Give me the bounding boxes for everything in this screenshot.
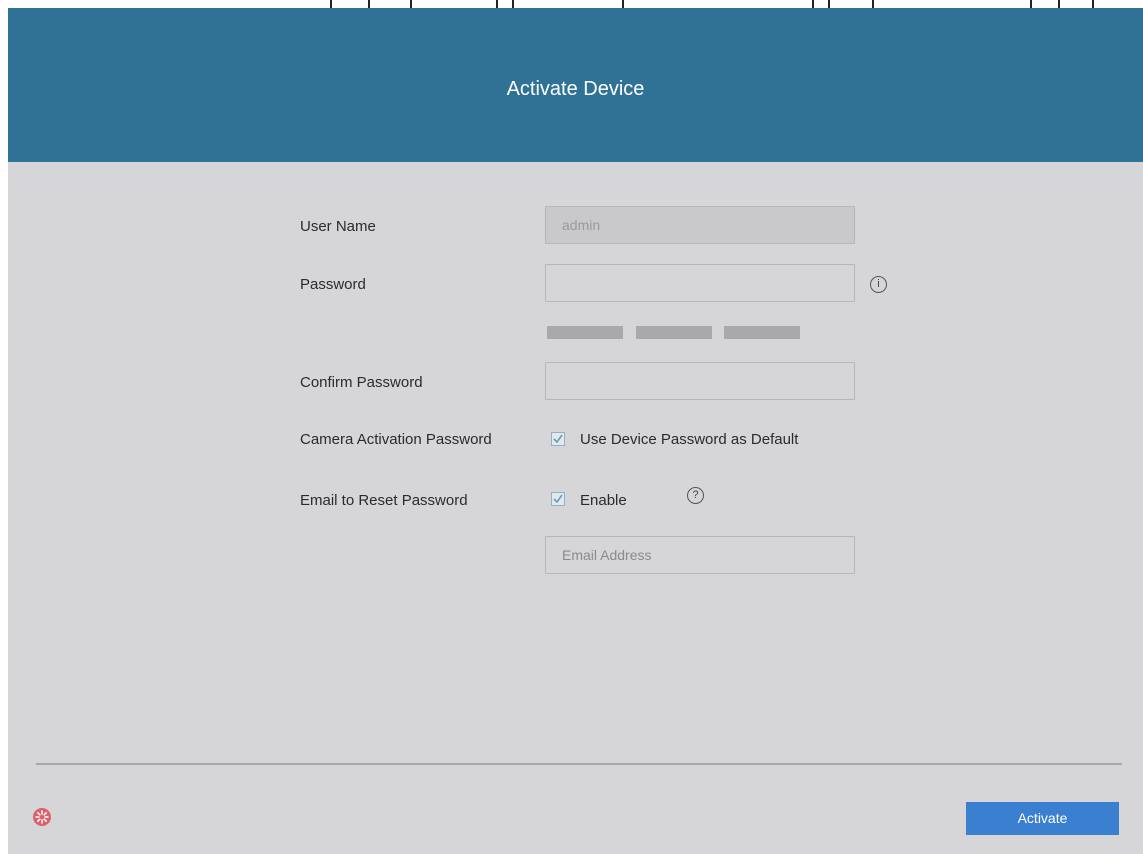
confirm-password-label: Confirm Password: [300, 374, 423, 391]
background-strip: [0, 0, 1143, 8]
email-enable-option-label: Enable: [580, 492, 627, 509]
camera-default-option-label: Use Device Password as Default: [580, 431, 799, 448]
password-strength-bar-1: [547, 326, 623, 339]
gear-icon: [33, 808, 51, 826]
username-label: User Name: [300, 218, 376, 235]
password-label: Password: [300, 276, 366, 293]
confirm-password-field[interactable]: [545, 362, 855, 400]
camera-activation-label: Camera Activation Password: [300, 431, 492, 448]
checkmark-icon: [553, 434, 563, 444]
dialog-header: Activate Device: [8, 8, 1143, 162]
info-icon[interactable]: i: [870, 276, 887, 293]
checkmark-icon: [553, 494, 563, 504]
password-field[interactable]: [545, 264, 855, 302]
password-strength-bar-3: [724, 326, 800, 339]
camera-default-checkbox[interactable]: [551, 432, 565, 446]
username-field: admin: [545, 206, 855, 244]
help-icon[interactable]: ?: [687, 487, 704, 504]
footer-divider: [36, 763, 1122, 765]
activate-device-dialog: Activate Device User Name admin Password…: [8, 8, 1143, 854]
email-address-input[interactable]: Email Address: [545, 536, 855, 574]
dialog-title: Activate Device: [506, 78, 645, 100]
email-enable-checkbox[interactable]: [551, 492, 565, 506]
email-reset-label: Email to Reset Password: [300, 492, 468, 509]
password-strength-bar-2: [636, 326, 712, 339]
activate-button[interactable]: Activate: [966, 802, 1119, 835]
